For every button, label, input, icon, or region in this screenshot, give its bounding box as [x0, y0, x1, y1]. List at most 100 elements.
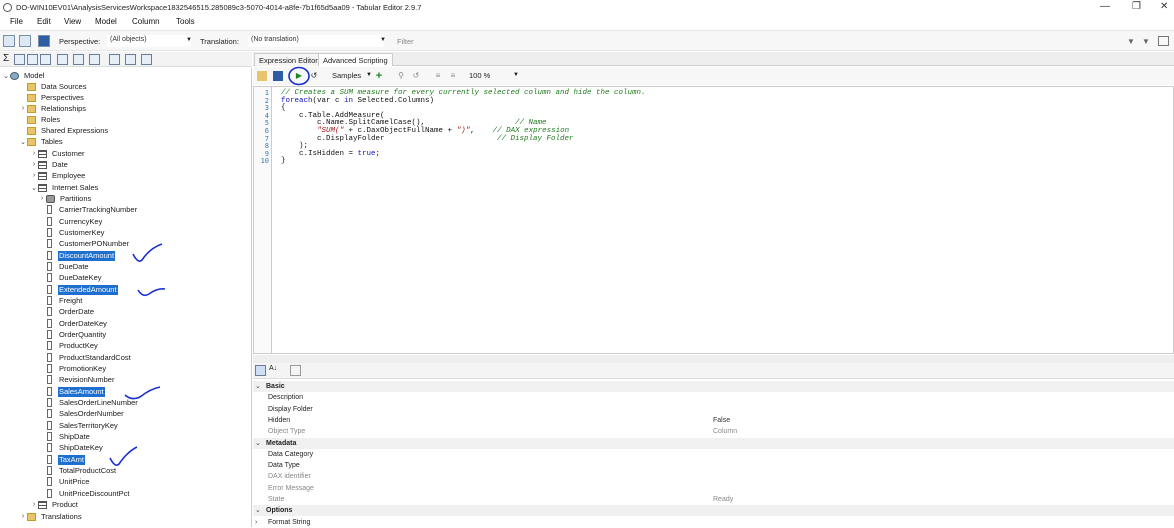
menu-edit[interactable]: Edit [37, 17, 51, 26]
tree-column[interactable]: PromotionKey [45, 363, 107, 374]
menu-view[interactable]: View [64, 17, 81, 26]
tree-column[interactable]: CurrencyKey [45, 216, 103, 227]
property-value[interactable]: False [713, 415, 730, 426]
property-category[interactable]: ⌄ Basic [253, 381, 1174, 392]
chevron-right-icon[interactable]: › [19, 513, 27, 520]
filter-input[interactable]: Filter [397, 37, 414, 46]
tree-column[interactable]: CustomerKey [45, 227, 105, 238]
tree-column[interactable]: CustomerPONumber [45, 238, 130, 249]
tree-column[interactable]: UnitPriceDiscountPct [45, 488, 130, 499]
property-category[interactable]: ⌄ Options [253, 505, 1174, 517]
tree-node-table[interactable]: ⌄ Internet Sales [30, 182, 99, 193]
tree-column[interactable]: ProductStandardCost [45, 352, 132, 363]
chevron-right-icon[interactable]: › [30, 150, 38, 157]
replace-icon[interactable]: ↺ [411, 71, 421, 81]
property-row[interactable]: State Ready [253, 494, 1174, 505]
chevron-right-icon[interactable]: › [255, 517, 257, 528]
tree-tool-icon[interactable] [89, 54, 100, 65]
collapse-icon[interactable]: ⌄ [255, 505, 261, 516]
tree-column[interactable]: OrderQuantity [45, 329, 107, 340]
samples-menu[interactable]: Samples [332, 71, 361, 80]
translation-dropdown[interactable]: (No translation) [248, 35, 384, 47]
tree-node-shared-expressions[interactable]: Shared Expressions [19, 125, 109, 136]
chevron-right-icon[interactable]: › [30, 501, 38, 508]
property-row[interactable]: Object Type Column [253, 426, 1174, 437]
tree-column[interactable]: DueDateKey [45, 272, 103, 283]
tree-tool-icon[interactable] [40, 54, 51, 65]
collapse-icon[interactable]: ⌄ [255, 438, 261, 449]
tree-tool-icon[interactable] [109, 54, 120, 65]
tree-node-model[interactable]: ⌄ Model [2, 70, 45, 81]
property-value[interactable]: Column [713, 426, 737, 437]
property-row[interactable]: Data Type [253, 460, 1174, 471]
tree-column[interactable]: UnitPrice [45, 476, 90, 487]
tree-node-translations[interactable]: › Translations [19, 511, 83, 522]
chevron-right-icon[interactable]: › [30, 161, 38, 168]
perspective-dropdown[interactable]: (All objects) [107, 35, 191, 47]
tree-column-selected[interactable]: SalesAmount [45, 386, 105, 397]
tree-column-selected[interactable]: TaxAmt [45, 454, 86, 465]
chevron-right-icon[interactable]: › [30, 172, 38, 179]
search-icon[interactable]: ⚲ [396, 71, 406, 81]
chevron-down-icon[interactable]: ▼ [380, 37, 386, 43]
property-row[interactable]: Hidden False [253, 415, 1174, 426]
tab-advanced-scripting[interactable]: Advanced Scripting [318, 53, 393, 66]
open-script-icon[interactable] [257, 71, 267, 81]
expand-icon[interactable]: ⌄ [19, 138, 27, 146]
property-row[interactable]: Display Folder [253, 404, 1174, 415]
property-value[interactable]: Ready [713, 494, 733, 505]
tree-column[interactable]: TotalProductCost [45, 465, 117, 476]
tab-expression-editor[interactable]: Expression Editor [254, 53, 323, 66]
expand-icon[interactable]: ⌄ [2, 72, 10, 80]
tree-tool-icon[interactable] [14, 54, 25, 65]
tree-node-data-sources[interactable]: Data Sources [19, 81, 87, 92]
tree-column[interactable]: OrderDateKey [45, 318, 108, 329]
menu-tools[interactable]: Tools [176, 17, 195, 26]
tree-column[interactable]: CarrierTrackingNumber [45, 204, 138, 215]
run-script-icon[interactable]: ▶ [294, 71, 304, 81]
layout-icon[interactable] [1158, 36, 1169, 46]
tree-tool-icon[interactable] [73, 54, 84, 65]
tree-node-relationships[interactable]: › Relationships [19, 103, 87, 114]
expand-icon[interactable]: ⌄ [30, 184, 38, 192]
chevron-down-icon[interactable]: ▼ [186, 37, 192, 43]
property-row[interactable]: DAX identifier [253, 471, 1174, 482]
tree-node-table[interactable]: › Employee [30, 170, 86, 181]
chevron-right-icon[interactable]: › [19, 105, 27, 112]
zoom-select[interactable]: 100 % [469, 71, 490, 80]
tree-column[interactable]: SalesOrderLineNumber [45, 397, 139, 408]
add-icon[interactable]: + [374, 71, 384, 82]
collapse-icon[interactable]: ⌄ [255, 381, 261, 392]
menu-column[interactable]: Column [132, 17, 160, 26]
sigma-icon[interactable]: Σ [3, 53, 9, 64]
script-editor[interactable]: 1 2 3 4 5 6 7 8 9 10 // Creates a SUM measure for… [253, 86, 1174, 354]
tree-node-partitions[interactable]: › Partitions [38, 193, 92, 204]
tree-column[interactable]: Freight [45, 295, 83, 306]
tree-tool-icon[interactable] [57, 54, 68, 65]
tree-node-table[interactable]: › Product [30, 499, 79, 510]
tree-column[interactable]: SalesTerritoryKey [45, 420, 119, 431]
tree-column[interactable]: ShipDate [45, 431, 91, 442]
chevron-down-icon[interactable]: ▼ [366, 72, 372, 78]
property-row[interactable]: › Format String [253, 517, 1174, 528]
minimize-button[interactable]: — [1100, 1, 1110, 13]
categorized-icon[interactable] [255, 365, 266, 376]
tree-node-table[interactable]: › Customer [30, 148, 86, 159]
comment-icon[interactable]: ≡ [433, 71, 443, 81]
sort-alpha-icon[interactable]: A↓ [269, 365, 277, 372]
tree-node-table[interactable]: › Date [30, 159, 69, 170]
property-row[interactable]: Error Message [253, 483, 1174, 494]
tree-column[interactable]: ShipDateKey [45, 442, 104, 453]
property-category[interactable]: ⌄ Metadata [253, 437, 1174, 449]
chevron-right-icon[interactable]: › [38, 195, 46, 202]
tree-tool-icon[interactable] [125, 54, 136, 65]
property-pages-icon[interactable] [290, 365, 301, 376]
property-row[interactable]: Description [253, 392, 1174, 403]
tree-node-perspectives[interactable]: Perspectives [19, 92, 85, 103]
refresh-icon[interactable] [19, 35, 31, 47]
close-button[interactable]: ✕ [1160, 1, 1168, 13]
restore-button[interactable]: ❐ [1132, 1, 1141, 13]
tree-node-tables[interactable]: ⌄ Tables [19, 136, 64, 147]
uncomment-icon[interactable]: ≡ [448, 71, 458, 81]
menu-model[interactable]: Model [95, 17, 117, 26]
